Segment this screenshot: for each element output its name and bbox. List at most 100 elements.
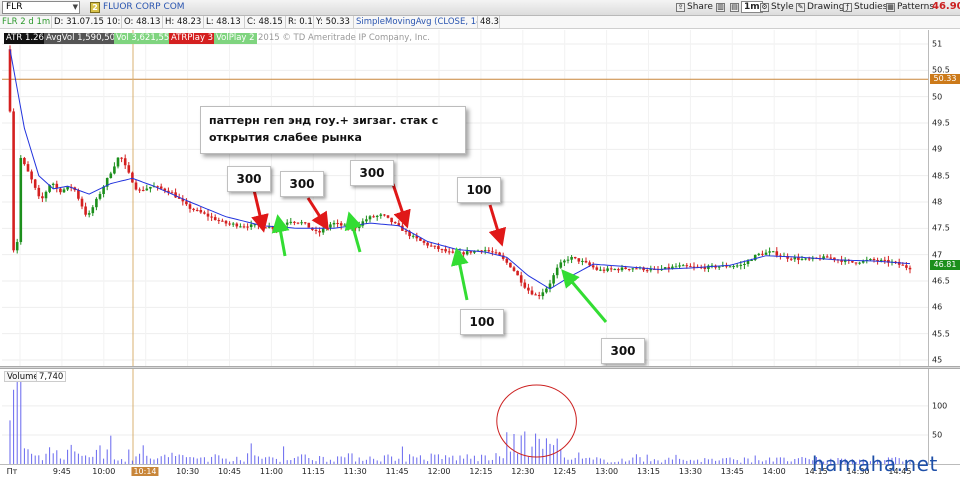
study-name[interactable]: SimpleMovingAvg (CLOSE, 14, 0) <box>354 16 478 29</box>
candle-body <box>487 250 491 252</box>
vol-label[interactable]: Vol 3,621,550 <box>114 33 177 44</box>
candle-body <box>365 219 368 222</box>
candle-body <box>591 265 595 268</box>
candle-body <box>563 260 566 263</box>
symbol-input[interactable]: FLR ▼ <box>2 1 80 14</box>
style-button[interactable]: ⚙ Style <box>760 1 794 14</box>
candle-body <box>307 222 311 228</box>
volplay-label[interactable]: VolPlay 2 <box>214 33 257 44</box>
atr-label[interactable]: ATR 1.26 <box>4 33 46 44</box>
candle-body <box>221 220 224 222</box>
candle-body <box>552 275 555 284</box>
candle-body <box>746 260 750 265</box>
atrplay-label[interactable]: ATRPlay 3 <box>169 33 216 44</box>
annotation-300-second[interactable]: 300 <box>280 171 324 197</box>
candle-body <box>19 157 23 243</box>
candle-body <box>768 251 771 253</box>
candle-body <box>26 164 30 172</box>
candle-body <box>141 190 145 192</box>
candle-body <box>789 258 793 260</box>
candle-body <box>372 216 375 218</box>
candle-body <box>300 222 303 224</box>
time-tick-label: Пт <box>6 467 18 476</box>
candle-body <box>527 287 530 291</box>
time-tick-label: 11:00 <box>259 467 283 476</box>
time-tick-label: 12:30 <box>511 467 535 476</box>
company-name: FLUOR CORP COM <box>103 2 185 12</box>
bar-open: O: 48.13 <box>122 16 163 29</box>
price-axis[interactable]: 45 45.5 46 46.5 47 47.5 48 48.5 49 49.5 50 50.5 51 50… <box>928 30 960 366</box>
avgvol-label[interactable]: AvgVol 1,590,507 <box>44 33 123 44</box>
time-tick-label: 11:45 <box>385 467 409 476</box>
timeframe-button[interactable]: ▤ 1m <box>730 1 763 14</box>
candle-body <box>33 179 37 188</box>
candle-body <box>289 221 293 223</box>
candle-body <box>246 226 249 228</box>
candle-body <box>12 111 15 251</box>
candle-body <box>573 256 577 259</box>
annotation-100-first[interactable]: 100 <box>457 177 501 203</box>
time-tick-label: 13:45 <box>720 467 744 476</box>
candle-body <box>379 214 383 216</box>
price-tag: 46.81 <box>930 259 960 270</box>
candle-body <box>462 252 465 255</box>
candle-body <box>15 242 19 251</box>
candle-body <box>293 221 296 223</box>
time-tick-label: 14:00 <box>762 467 786 476</box>
candle-body <box>318 230 321 233</box>
candle-body <box>217 220 221 222</box>
volume-axis[interactable]: 50 100 <box>928 369 960 464</box>
candle-body <box>390 217 393 223</box>
candle-body <box>314 229 318 231</box>
drawings-button[interactable]: ✎ Drawings <box>796 1 849 14</box>
timeframe-icon: ▤ <box>730 3 739 12</box>
price-tick-label: 45.5 <box>932 329 950 339</box>
candle-body <box>386 215 390 218</box>
candle-body <box>883 259 887 261</box>
candle-body <box>239 226 242 228</box>
price-tick-label: 51 <box>932 39 943 49</box>
candle-body <box>134 182 138 190</box>
annotation-note[interactable]: паттерн геп энд гоу.+ зигзаг. стак с отк… <box>200 106 466 154</box>
price-tick-label: 46 <box>932 302 943 312</box>
candle-body <box>512 267 516 271</box>
annotation-300-first[interactable]: 300 <box>227 166 271 192</box>
candle-body <box>469 251 473 253</box>
candle-body <box>465 251 469 255</box>
candle-body <box>149 186 152 189</box>
volume-tick-label: 100 <box>932 401 948 411</box>
symbol-value: FLR <box>6 2 23 12</box>
annotation-300-third[interactable]: 300 <box>350 160 394 186</box>
annotation-100-second[interactable]: 100 <box>460 309 504 335</box>
time-tick-label: 13:30 <box>678 467 702 476</box>
time-tick-label: 12:15 <box>469 467 493 476</box>
company-badge[interactable]: 2 <box>90 2 100 13</box>
studies-button[interactable]: ƒ Studies <box>843 1 887 14</box>
candle-body <box>681 265 685 267</box>
candle-body <box>530 290 534 295</box>
candle-body <box>275 228 278 230</box>
share-button[interactable]: ⇪ Share <box>676 1 713 14</box>
price-tick-label: 49 <box>932 144 943 154</box>
studies-icon: ƒ <box>843 3 852 12</box>
volume-chart[interactable] <box>2 369 928 464</box>
candle-body <box>113 166 116 174</box>
candle-body <box>368 216 372 220</box>
candle-body <box>433 245 437 247</box>
candle-body <box>717 266 721 268</box>
candle-body <box>303 222 307 224</box>
candle-body <box>98 194 102 199</box>
candle-body <box>30 171 33 180</box>
candle-body <box>908 267 912 270</box>
candle-body <box>343 224 347 226</box>
patterns-button[interactable]: ▦ Patterns <box>886 1 934 14</box>
split-view-button[interactable]: ▥ <box>716 1 725 14</box>
symbol-dropdown-icon[interactable]: ▼ <box>73 2 78 13</box>
candle-body <box>494 252 498 254</box>
bar-high: H: 48.23 <box>163 16 204 29</box>
time-tick-label: 10:14 <box>131 467 159 476</box>
annotation-300-last[interactable]: 300 <box>601 338 645 364</box>
candle-body <box>570 256 573 260</box>
candle-body <box>537 295 541 297</box>
candle-body <box>404 230 408 232</box>
